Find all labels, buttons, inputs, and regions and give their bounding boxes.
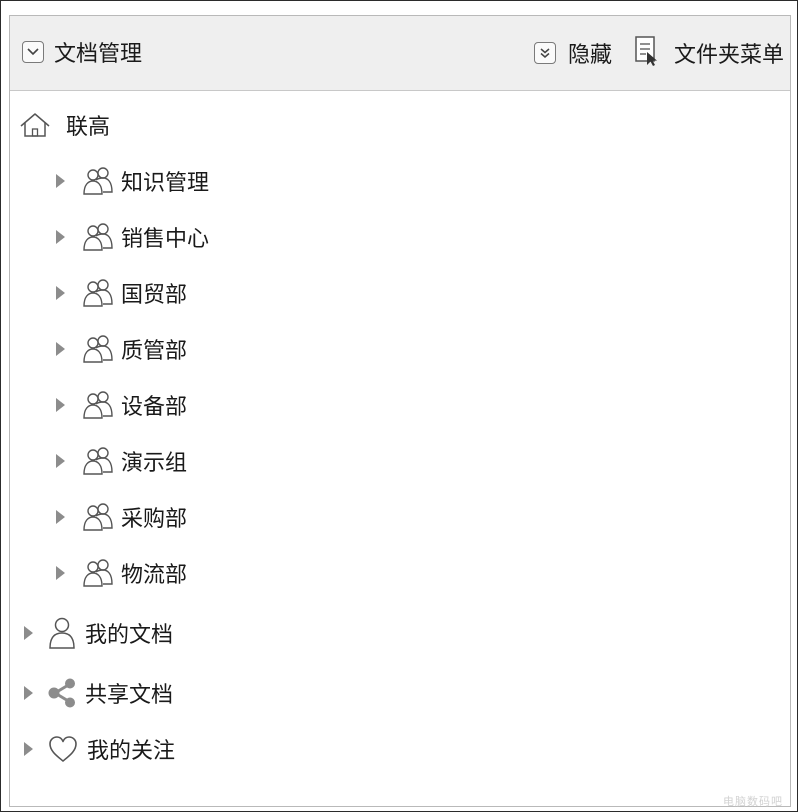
header-actions: 隐藏 文件夹菜单 xyxy=(533,35,784,71)
tree-item-group[interactable]: 演示组 xyxy=(56,439,187,483)
share-icon xyxy=(47,677,77,709)
section-label: 我的文档 xyxy=(85,623,174,648)
home-icon xyxy=(18,110,52,140)
tree-item-group[interactable]: 质管部 xyxy=(56,327,187,371)
expand-caret-icon[interactable] xyxy=(56,342,65,356)
section-label: 我的关注 xyxy=(87,739,176,764)
group-icon xyxy=(81,333,115,365)
folder-menu-button[interactable]: 文件夹菜单 xyxy=(634,35,784,71)
chevron-down-icon[interactable] xyxy=(22,41,44,63)
hide-button[interactable]: 隐藏 xyxy=(533,37,612,69)
group-icon xyxy=(81,277,115,309)
tree-item-group[interactable]: 国贸部 xyxy=(56,271,187,315)
tree-root-label: 联高 xyxy=(66,115,111,140)
tree-item-group[interactable]: 采购部 xyxy=(56,495,187,539)
expand-caret-icon[interactable] xyxy=(24,626,33,640)
expand-caret-icon[interactable] xyxy=(56,174,65,188)
expand-caret-icon[interactable] xyxy=(56,398,65,412)
panel-header: 文档管理 隐藏 文件夹菜单 xyxy=(10,16,790,91)
expand-caret-icon[interactable] xyxy=(56,286,65,300)
group-label: 知识管理 xyxy=(121,171,210,196)
document-tree: 联高 知识管理 销售中心 国贸部 质管部 设备部 演示组 采购部 物流部 我的文… xyxy=(10,91,790,806)
tree-section-shared-documents[interactable]: 共享文档 xyxy=(24,671,173,715)
tree-item-group[interactable]: 知识管理 xyxy=(56,159,209,203)
group-icon xyxy=(81,445,115,477)
group-label: 采购部 xyxy=(121,507,188,532)
double-chevron-down-icon xyxy=(533,42,556,64)
tree-section-my-follows[interactable]: 我的关注 xyxy=(24,727,175,771)
group-label: 演示组 xyxy=(121,451,188,476)
user-icon xyxy=(47,616,77,650)
collapse-title-toggle[interactable]: 文档管理 xyxy=(22,36,142,68)
group-icon xyxy=(81,501,115,533)
tree-section-my-documents[interactable]: 我的文档 xyxy=(24,611,173,655)
document-menu-icon xyxy=(634,35,662,71)
expand-caret-icon[interactable] xyxy=(24,742,33,756)
group-icon xyxy=(81,389,115,421)
watermark: 电脑数码吧 xyxy=(723,795,783,808)
expand-caret-icon[interactable] xyxy=(56,566,65,580)
tree-item-group[interactable]: 物流部 xyxy=(56,551,187,595)
group-icon xyxy=(81,221,115,253)
group-icon xyxy=(81,557,115,589)
group-icon xyxy=(81,165,115,197)
group-label: 销售中心 xyxy=(121,227,210,252)
panel-title: 文档管理 xyxy=(54,42,143,67)
heart-icon xyxy=(47,734,79,764)
document-panel: 文档管理 隐藏 文件夹菜单 联高 知识管理 销售中心 国贸部 质管部 设备部 演… xyxy=(9,15,791,807)
group-label: 国贸部 xyxy=(121,283,188,308)
hide-label: 隐藏 xyxy=(567,43,612,68)
folder-menu-label: 文件夹菜单 xyxy=(673,43,784,68)
expand-caret-icon[interactable] xyxy=(56,230,65,244)
tree-item-group[interactable]: 销售中心 xyxy=(56,215,209,259)
group-label: 设备部 xyxy=(121,395,188,420)
expand-caret-icon[interactable] xyxy=(56,510,65,524)
section-label: 共享文档 xyxy=(85,683,174,708)
app-frame: 文档管理 隐藏 文件夹菜单 联高 知识管理 销售中心 国贸部 质管部 设备部 演… xyxy=(0,0,798,812)
tree-root-lianggao[interactable]: 联高 xyxy=(18,103,110,147)
expand-caret-icon[interactable] xyxy=(56,454,65,468)
expand-caret-icon[interactable] xyxy=(24,686,33,700)
group-label: 质管部 xyxy=(121,339,188,364)
tree-item-group[interactable]: 设备部 xyxy=(56,383,187,427)
group-label: 物流部 xyxy=(121,563,188,588)
